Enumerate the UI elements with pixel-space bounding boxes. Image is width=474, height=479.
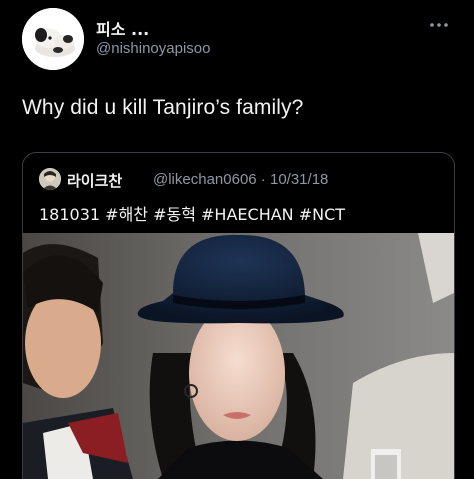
meta-separator: ·	[256, 171, 270, 188]
quoted-tweet-card[interactable]: 라이크찬 @likechan0606 · 10/31/18 181031 #해찬…	[22, 152, 455, 479]
tweet: 피소 ... @nishinoyapisoo Why did u kill Ta…	[0, 0, 474, 479]
user-handle[interactable]: @nishinoyapisoo	[96, 40, 210, 57]
plush-dog-avatar-icon	[22, 8, 84, 70]
quoted-display-name[interactable]: 라이크찬	[67, 170, 122, 191]
more-dots-icon[interactable]	[428, 20, 450, 30]
tweet-text: Why did u kill Tanjiro’s family?	[22, 96, 304, 119]
quoted-date[interactable]: 10/31/18	[270, 171, 328, 188]
quoted-user-avatar[interactable]	[39, 168, 61, 190]
quoted-handle[interactable]: @likechan0606	[153, 171, 257, 188]
quoted-tweet-text: 181031 #해찬 #동혁 #HAECHAN #NCT	[39, 205, 346, 224]
person-avatar-icon	[39, 168, 61, 190]
quoted-meta: @likechan0606 · 10/31/18	[153, 171, 328, 188]
person-in-black-fedora-photo[interactable]	[23, 233, 454, 479]
user-avatar[interactable]	[22, 8, 84, 70]
display-name[interactable]: 피소 ...	[96, 16, 149, 40]
